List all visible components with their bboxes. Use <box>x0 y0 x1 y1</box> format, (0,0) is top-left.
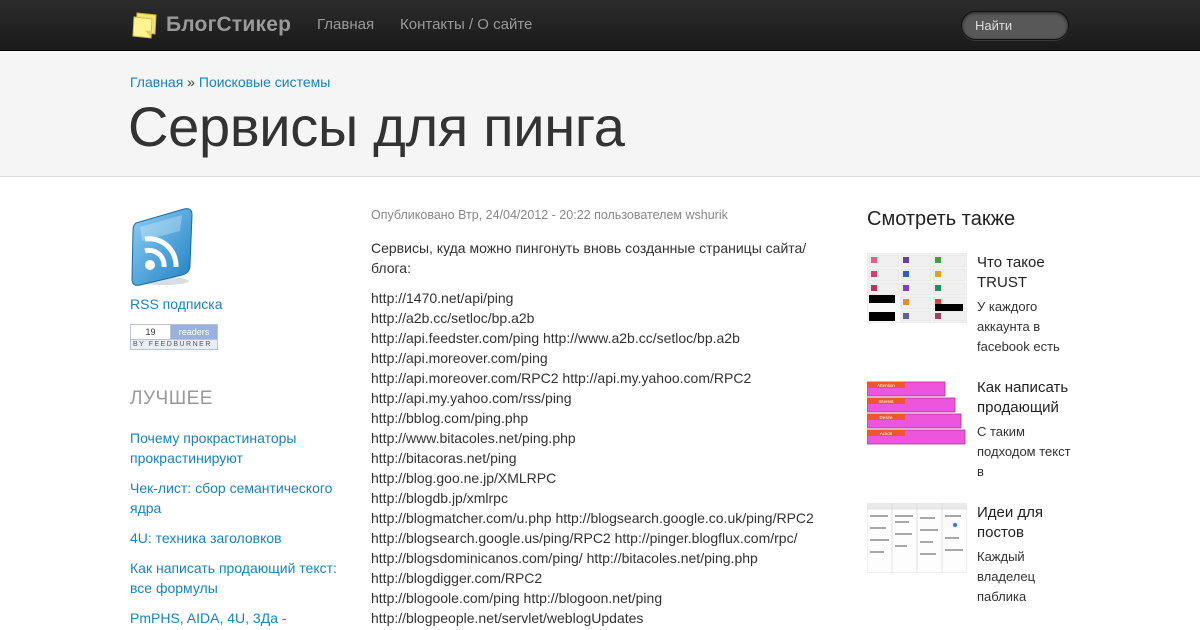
ping-url: http://api.moreover.com/ping <box>371 350 548 366</box>
ping-url: http://api.feedster.com/ping http://www.… <box>371 330 740 346</box>
breadcrumb-home-link[interactable]: Главная <box>130 74 183 90</box>
ping-url: http://blog.goo.ne.jp/XMLRPC <box>371 470 557 486</box>
header-band: Главная » Поисковые системы Сервисы для … <box>0 51 1200 177</box>
related-title[interactable]: Что такое TRUST <box>977 253 1082 293</box>
related-title[interactable]: Как написать продающий <box>977 378 1082 418</box>
breadcrumb-separator: » <box>183 74 199 90</box>
related-thumb-trust[interactable] <box>867 253 967 323</box>
best-heading: ЛУЧШЕЕ <box>130 388 213 409</box>
ping-url: http://www.bitacoles.net/ping.php <box>371 430 576 446</box>
aida-label: Interest <box>878 399 894 404</box>
top-navbar: БлогСтикер Главная Контакты / О сайте <box>0 0 1200 51</box>
ping-url: http://bblog.com/ping.php <box>371 410 529 426</box>
feedburner-badge[interactable]: 19 readers BY FEEDBURNER <box>130 324 218 350</box>
page-title: Сервисы для пинга <box>128 95 625 158</box>
post-meta: Опубликовано Втр, 24/04/2012 - 20:22 пол… <box>371 208 728 222</box>
brand-link[interactable]: БлогСтикер <box>130 9 291 41</box>
best-item-link[interactable]: Чек-лист: сбор семантического ядра <box>130 478 340 518</box>
best-list: Почему прокрастинаторы прокрастинируют Ч… <box>130 428 340 630</box>
related-excerpt: С таким подходом текст в <box>977 424 1071 479</box>
search-input[interactable] <box>961 11 1069 40</box>
ping-url: http://api.moreover.com/RPC2 http://api.… <box>371 370 752 386</box>
ping-url: http://blogdigger.com/RPC2 <box>371 570 543 586</box>
related-excerpt: Каждый владелец паблика <box>977 549 1036 604</box>
related-thumb-aida[interactable]: Attention Interest Desire Action <box>867 378 967 448</box>
rss-subscribe-link[interactable]: RSS подписка <box>130 296 223 312</box>
nav-link-home[interactable]: Главная <box>317 16 374 33</box>
ping-url: http://blogdb.jp/xmlrpc <box>371 490 508 506</box>
related-item-trust[interactable]: Что такое TRUST У каждого аккаунта в fac… <box>867 253 1087 363</box>
ping-url: http://blogsdominicanos.com/ping/ http:/… <box>371 550 758 566</box>
related-title[interactable]: Идеи для постов <box>977 503 1082 543</box>
feedburner-by: BY FEEDBURNER <box>133 341 212 348</box>
ping-url: http://a2b.cc/setloc/bp.a2b <box>371 310 535 326</box>
best-item-link[interactable]: PmPHS, AIDA, 4U, 3Да - <box>130 608 340 628</box>
best-item-link[interactable]: Как написать продающий текст: все формул… <box>130 558 340 598</box>
best-item-link[interactable]: 4U: техника заголовков <box>130 528 340 548</box>
aida-label: Desire <box>879 415 893 420</box>
aida-label: Attention <box>877 383 895 388</box>
related-item-post-ideas[interactable]: Идеи для постов Каждый владелец паблика <box>867 503 1087 613</box>
ping-url: http://1470.net/api/ping <box>371 290 514 306</box>
see-also-heading: Смотреть также <box>867 208 1016 230</box>
breadcrumb-section-link[interactable]: Поисковые системы <box>199 74 330 90</box>
brand-name: БлогСтикер <box>166 13 292 36</box>
ping-url: http://bitacoras.net/ping <box>371 450 517 466</box>
related-excerpt: У каждого аккаунта в facebook есть <box>977 299 1060 354</box>
ping-url: http://blogpeople.net/servlet/weblogUpda… <box>371 610 644 626</box>
ping-url: http://blogoole.com/ping http://blogoon.… <box>371 590 663 606</box>
feedburner-label: readers <box>171 325 217 339</box>
article-intro: Сервисы, куда можно пингонуть вновь созд… <box>371 240 807 276</box>
related-item-selling-text[interactable]: Attention Interest Desire Action Как нап… <box>867 378 1087 488</box>
ping-url: http://blogmatcher.com/u.php http://blog… <box>371 510 814 526</box>
nav-link-contacts[interactable]: Контакты / О сайте <box>400 16 532 33</box>
feedburner-count: 19 <box>131 325 171 339</box>
ping-url-list: http://1470.net/api/ping http://a2b.cc/s… <box>371 288 841 628</box>
related-thumb-ideas[interactable] <box>867 503 967 573</box>
breadcrumb: Главная » Поисковые системы <box>130 74 330 90</box>
ping-url: http://blogsearch.google.us/ping/RPC2 ht… <box>371 530 798 546</box>
best-item-link[interactable]: Почему прокрастинаторы прокрастинируют <box>130 428 340 468</box>
rss-feed-icon[interactable] <box>130 207 196 287</box>
aida-label: Action <box>880 431 893 436</box>
sticky-note-icon <box>132 12 157 39</box>
ping-url: http://api.my.yahoo.com/rss/ping <box>371 390 572 406</box>
